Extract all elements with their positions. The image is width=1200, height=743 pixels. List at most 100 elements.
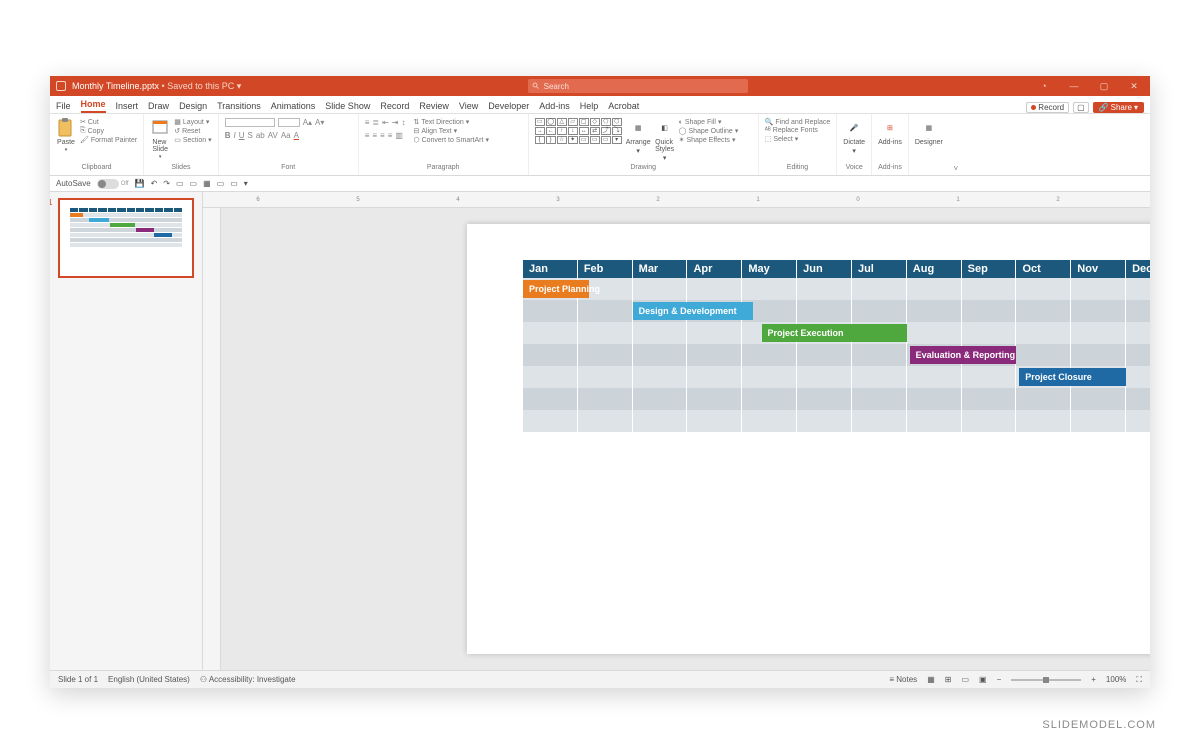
accessibility-status[interactable]: ⚇ Accessibility: Investigate xyxy=(200,675,296,684)
case-button[interactable]: Aa xyxy=(281,131,291,140)
tab-home[interactable]: Home xyxy=(81,97,106,113)
shape-outline-button[interactable]: ◯ Shape Outline ▾ xyxy=(679,127,739,135)
qat-more[interactable]: ▾ xyxy=(244,179,248,188)
indent-increase-button[interactable]: ⇥ xyxy=(392,118,399,127)
minimize-button[interactable]: — xyxy=(1064,81,1084,92)
user-icon[interactable]: ◔ xyxy=(1034,81,1054,92)
maximize-button[interactable]: ▢ xyxy=(1094,81,1114,92)
shape-fill-button[interactable]: ◐ Shape Fill ▾ xyxy=(679,118,739,126)
shape-effects-button[interactable]: ✶ Shape Effects ▾ xyxy=(679,136,739,144)
tab-insert[interactable]: Insert xyxy=(116,99,139,113)
find-replace-button[interactable]: 🔍 Find and Replace xyxy=(765,118,831,126)
align-left-button[interactable]: ≡ xyxy=(365,131,370,140)
shadow-button[interactable]: ab xyxy=(256,131,265,140)
zoom-level[interactable]: 100% xyxy=(1106,675,1126,684)
addins-button[interactable]: ⊞Add-ins xyxy=(878,118,902,146)
share-button[interactable]: 🔗 Share ▾ xyxy=(1093,102,1144,113)
slide-thumbnail-pane[interactable]: 1 xyxy=(50,192,203,670)
gantt-task-bar[interactable]: Evaluation & Reporting xyxy=(910,346,1017,364)
close-button[interactable]: ✕ xyxy=(1124,81,1144,92)
slide-canvas[interactable]: JanFebMarAprMayJunJulAugSepOctNovDec Pro… xyxy=(221,208,1150,670)
undo-button[interactable]: ↶ xyxy=(151,179,158,188)
search-box[interactable]: Search xyxy=(528,79,748,93)
copy-button[interactable]: ⎘ Copy xyxy=(80,127,137,135)
save-button[interactable]: 💾 xyxy=(135,179,145,188)
fit-window-button[interactable]: ⛶ xyxy=(1136,675,1142,685)
qat-icon[interactable]: ▦ xyxy=(203,179,211,188)
tab-file[interactable]: File xyxy=(56,99,71,113)
justify-button[interactable]: ≡ xyxy=(388,131,393,140)
numbering-button[interactable]: ≣ xyxy=(372,118,379,127)
tab-developer[interactable]: Developer xyxy=(488,99,529,113)
tab-slide-show[interactable]: Slide Show xyxy=(325,99,370,113)
gantt-task-bar[interactable]: Project Planning xyxy=(523,280,589,298)
align-right-button[interactable]: ≡ xyxy=(380,131,385,140)
tab-review[interactable]: Review xyxy=(419,99,449,113)
italic-button[interactable]: I xyxy=(233,131,235,140)
increase-font-button[interactable]: A▴ xyxy=(303,118,312,127)
align-center-button[interactable]: ≡ xyxy=(372,131,377,140)
zoom-slider[interactable] xyxy=(1011,679,1081,681)
gantt-task-bar[interactable]: Project Closure xyxy=(1019,368,1126,386)
font-color-button[interactable]: A xyxy=(294,131,299,140)
strike-button[interactable]: S xyxy=(247,131,252,140)
dictate-button[interactable]: 🎤Dictate▾ xyxy=(843,118,865,155)
arrange-button[interactable]: ▦Arrange▾ xyxy=(626,118,651,155)
tab-view[interactable]: View xyxy=(459,99,478,113)
format-painter-button[interactable]: 🖌 Format Painter xyxy=(80,136,137,144)
bold-button[interactable]: B xyxy=(225,131,231,140)
qat-icon[interactable]: ▭ xyxy=(176,179,184,188)
slide-thumbnail-1[interactable] xyxy=(58,198,194,278)
qat-icon[interactable]: ▭ xyxy=(190,179,198,188)
replace-fonts-button[interactable]: ᴬᴮ Replace Fonts xyxy=(765,127,831,134)
sorter-view-button[interactable]: ⊞ xyxy=(945,675,952,684)
shapes-gallery[interactable]: ▭◯△▱▢◇⬠⬡ →←↑↓↔⇄⤴⤵ {}☆✦▭▭▭▾ xyxy=(535,118,622,144)
normal-view-button[interactable]: ▦ xyxy=(927,675,935,684)
collapse-ribbon-button[interactable]: ˅ xyxy=(949,114,963,175)
font-size-select[interactable] xyxy=(278,118,300,127)
tab-acrobat[interactable]: Acrobat xyxy=(608,99,639,113)
cut-button[interactable]: ✂ Cut xyxy=(80,118,137,126)
zoom-out-button[interactable]: − xyxy=(997,675,1002,684)
tab-animations[interactable]: Animations xyxy=(271,99,316,113)
gantt-task-bar[interactable]: Project Execution xyxy=(762,324,907,342)
indent-decrease-button[interactable]: ⇤ xyxy=(382,118,389,127)
tab-add-ins[interactable]: Add-ins xyxy=(539,99,570,113)
record-button[interactable]: Record xyxy=(1026,102,1069,113)
section-button[interactable]: ▭ Section ▾ xyxy=(174,136,212,144)
designer-button[interactable]: ▦Designer xyxy=(915,118,943,146)
layout-button[interactable]: ▦ Layout ▾ xyxy=(174,118,212,126)
qat-icon[interactable]: ▭ xyxy=(230,179,238,188)
language-status[interactable]: English (United States) xyxy=(108,675,190,684)
slideshow-view-button[interactable]: ▣ xyxy=(979,675,987,684)
select-button[interactable]: ⬚ Select ▾ xyxy=(765,135,831,143)
reset-button[interactable]: ↺ Reset xyxy=(174,127,212,135)
autosave-toggle[interactable] xyxy=(97,179,119,189)
columns-button[interactable]: ▥ xyxy=(395,131,403,140)
zoom-in-button[interactable]: + xyxy=(1091,675,1096,684)
tab-transitions[interactable]: Transitions xyxy=(217,99,261,113)
paste-button[interactable]: Paste▾ xyxy=(56,118,76,153)
char-spacing-button[interactable]: AV xyxy=(268,131,278,140)
new-slide-button[interactable]: New Slide▾ xyxy=(150,118,170,160)
gantt-timeline[interactable]: JanFebMarAprMayJunJulAugSepOctNovDec Pro… xyxy=(523,260,1150,432)
font-family-select[interactable] xyxy=(225,118,275,127)
gantt-task-bar[interactable]: Design & Development xyxy=(633,302,754,320)
qat-icon[interactable]: ▭ xyxy=(217,179,225,188)
decrease-font-button[interactable]: A▾ xyxy=(315,118,324,127)
slide[interactable]: JanFebMarAprMayJunJulAugSepOctNovDec Pro… xyxy=(467,224,1150,654)
align-text-button[interactable]: ⊟ Align Text ▾ xyxy=(413,127,489,135)
reading-view-button[interactable]: ▭ xyxy=(961,675,969,684)
slide-counter[interactable]: Slide 1 of 1 xyxy=(58,675,98,684)
redo-button[interactable]: ↷ xyxy=(163,179,170,188)
smartart-button[interactable]: ⬡ Convert to SmartArt ▾ xyxy=(413,136,489,144)
tab-design[interactable]: Design xyxy=(179,99,207,113)
text-direction-button[interactable]: ⇅ Text Direction ▾ xyxy=(413,118,489,126)
quick-styles-button[interactable]: ◧Quick Styles▾ xyxy=(655,118,675,162)
underline-button[interactable]: U xyxy=(239,131,245,140)
tab-help[interactable]: Help xyxy=(580,99,599,113)
present-mode-icon[interactable]: ▢ xyxy=(1073,102,1089,113)
notes-button[interactable]: ≡ Notes xyxy=(889,675,917,684)
tab-record[interactable]: Record xyxy=(380,99,409,113)
tab-draw[interactable]: Draw xyxy=(148,99,169,113)
